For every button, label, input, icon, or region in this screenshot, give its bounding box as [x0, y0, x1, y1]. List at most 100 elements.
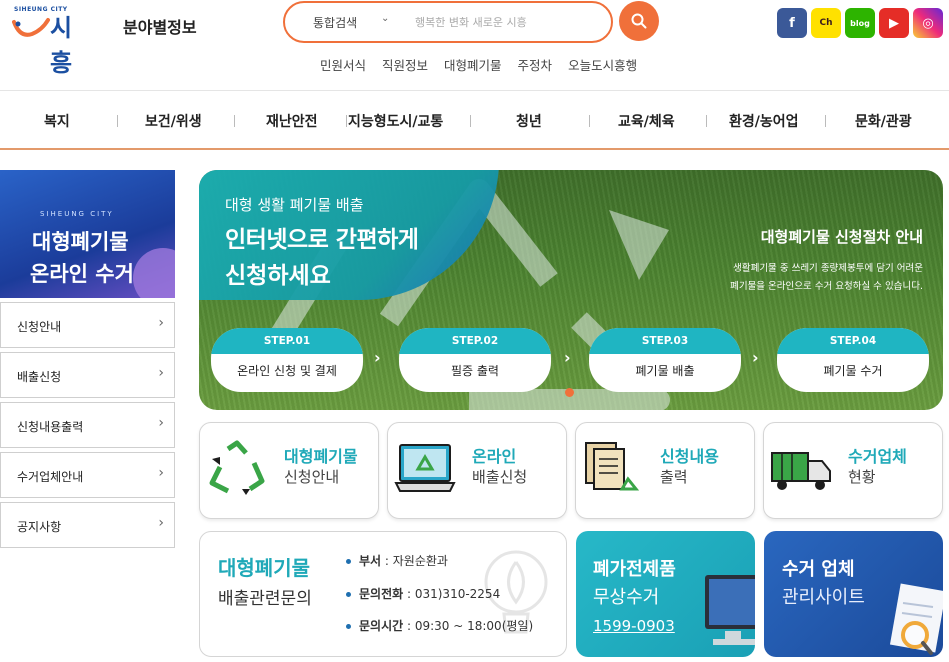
search-button[interactable] [619, 1, 659, 41]
step-head: STEP.04 [777, 328, 929, 354]
chevron-right-icon: › [752, 348, 759, 367]
nav-separator [117, 115, 118, 127]
facebook-icon[interactable]: f [777, 8, 807, 38]
main-nav: 복지 보건/위생 재난안전 지능형도시/교통 청년 교육/체육 환경/농어업 문… [0, 90, 949, 150]
hero-headline: 인터넷으로 간편하게 [225, 227, 419, 253]
sidebar-item-label: 공지사항 [17, 520, 62, 534]
sidebar-item-print[interactable]: 신청내용출력 › [0, 402, 175, 448]
appliance-phone-link[interactable]: 1599-0903 [593, 617, 675, 635]
nav-separator [706, 115, 707, 127]
chevron-right-icon: › [158, 415, 164, 431]
step-body: 온라인 신청 및 결제 [237, 364, 337, 378]
inquiry-label: 문의시간 [359, 619, 404, 633]
card-title: 신청내용 [660, 447, 719, 466]
nav-safety[interactable]: 재난안전 [266, 111, 318, 131]
nav-separator [234, 115, 235, 127]
sidebar-banner-subtitle: 온라인 수거 [30, 262, 134, 286]
nav-environment[interactable]: 환경/농어업 [729, 111, 799, 131]
quick-links: 민원서식 직원정보 대형폐기물 주정차 오늘도시흥행 [320, 55, 637, 74]
nav-separator [589, 115, 590, 127]
laptop-recycle-icon [394, 444, 456, 492]
step-02: STEP.02 필증 출력 [399, 328, 551, 392]
inquiry-row-hours: 문의시간 : 09:30 ~ 18:00(평일) [346, 617, 533, 634]
nav-education[interactable]: 교육/체육 [618, 111, 675, 131]
quick-link-parking[interactable]: 주정차 [518, 55, 553, 74]
search-box: 통합검색 ⌄ [283, 1, 613, 43]
search-category-select[interactable]: 통합검색 [313, 14, 357, 31]
company-admin-title: 수거 업체 [782, 559, 855, 580]
chevron-right-icon: › [158, 515, 164, 531]
carousel-indicator[interactable] [565, 388, 574, 397]
inquiry-row-dept: 부서 : 자원순환과 [346, 552, 448, 569]
appliance-pickup-card[interactable]: 폐가전제품 무상수거 1599-0903 [576, 531, 755, 657]
bullet-icon [346, 592, 351, 597]
company-admin-card[interactable]: 수거 업체 관리사이트 [764, 531, 943, 657]
inquiry-value: : 09:30 ~ 18:00(평일) [403, 619, 534, 633]
sidebar-banner-title: 대형폐기물 [32, 230, 129, 254]
chevron-down-icon: ⌄ [381, 13, 390, 24]
sidebar-item-label: 배출신청 [17, 370, 62, 384]
hero-procedure-title: 대형폐기물 신청절차 안내 [760, 228, 923, 246]
step-head: STEP.02 [399, 328, 551, 354]
blog-icon[interactable]: blog [845, 8, 875, 38]
quick-link-forms[interactable]: 민원서식 [320, 55, 366, 74]
card-subtitle: 신청안내 [284, 468, 340, 486]
nav-smart-city[interactable]: 지능형도시/교통 [348, 111, 443, 131]
appliance-subtitle: 무상수거 [593, 587, 660, 608]
hero-subtitle: 대형 생활 폐기물 배출 [225, 196, 364, 214]
inquiry-label: 문의전화 [359, 587, 404, 601]
inquiry-value: : 031)310-2254 [403, 587, 501, 601]
quick-link-staff[interactable]: 직원정보 [382, 55, 428, 74]
sidebar-item-companies[interactable]: 수거업체안내 › [0, 452, 175, 498]
page-root: SIHEUNG CITY 시흥 분야별정보 통합검색 ⌄ 민원서식 직원정보 대… [0, 0, 949, 662]
social-links: f Ch blog ▶ ◎ [777, 8, 943, 38]
sidebar-item-notice[interactable]: 공지사항 › [0, 502, 175, 548]
inquiry-subtitle: 배출관련문의 [218, 589, 312, 609]
sidebar-banner: SIHEUNG CITY 대형폐기물 온라인 수거 [0, 170, 175, 298]
card-companies[interactable]: 수거업체 현황 [763, 422, 943, 519]
inquiry-info-card: 대형폐기물 배출관련문의 부서 : 자원순환과 문의전화 : 031)310-2… [199, 531, 567, 657]
instagram-icon[interactable]: ◎ [913, 8, 943, 38]
quick-link-today[interactable]: 오늘도시흥행 [568, 55, 637, 74]
inquiry-row-phone: 문의전화 : 031)310-2254 [346, 585, 500, 602]
document-magnifier-icon [889, 583, 943, 655]
logo-swoosh-icon [12, 18, 50, 37]
chevron-right-icon: › [564, 348, 571, 367]
bullet-icon [346, 624, 351, 629]
step-01: STEP.01 온라인 신청 및 결제 [211, 328, 363, 392]
nav-welfare[interactable]: 복지 [44, 111, 70, 131]
kakao-channel-icon[interactable]: Ch [811, 8, 841, 38]
card-subtitle: 출력 [660, 468, 688, 486]
bullet-icon [346, 559, 351, 564]
chevron-right-icon: › [158, 315, 164, 331]
step-03: STEP.03 폐기물 배출 [589, 328, 741, 392]
sidebar-item-label: 신청안내 [17, 320, 62, 334]
inquiry-label: 부서 [359, 554, 382, 568]
sidebar-item-label: 수거업체안내 [17, 470, 84, 484]
nav-separator [346, 115, 347, 127]
step-head: STEP.03 [589, 328, 741, 354]
card-subtitle: 배출신청 [472, 468, 528, 486]
siheung-logo[interactable]: SIHEUNG CITY 시흥 [12, 6, 90, 77]
card-title: 온라인 [472, 447, 517, 466]
search-icon [631, 13, 647, 29]
card-online-apply[interactable]: 온라인 배출신청 [387, 422, 567, 519]
youtube-icon[interactable]: ▶ [879, 8, 909, 38]
nav-youth[interactable]: 청년 [516, 111, 542, 131]
nav-health[interactable]: 보건/위생 [145, 111, 202, 131]
hero-banner: 대형 생활 폐기물 배출 인터넷으로 간편하게 신청하세요 대형폐기물 신청절차… [199, 170, 943, 410]
sidebar-item-apply[interactable]: 배출신청 › [0, 352, 175, 398]
sidebar-item-guide[interactable]: 신청안내 › [0, 302, 175, 348]
truck-icon [771, 452, 831, 490]
card-title: 대형폐기물 [284, 447, 358, 466]
nav-culture[interactable]: 문화/관광 [855, 111, 912, 131]
card-print[interactable]: 신청내용 출력 [575, 422, 755, 519]
card-bulky-guide[interactable]: 대형폐기물 신청안내 [199, 422, 379, 519]
monitor-icon [705, 575, 755, 645]
quick-link-bulky-waste[interactable]: 대형폐기물 [444, 55, 502, 74]
hero-procedure-desc-2: 폐기물을 온라인으로 수거 요청하실 수 있습니다. [730, 281, 923, 292]
step-body: 폐기물 배출 [635, 364, 695, 378]
hero-headline-2: 신청하세요 [225, 263, 331, 289]
search-input[interactable] [415, 11, 605, 33]
decorative-blob [133, 248, 175, 298]
